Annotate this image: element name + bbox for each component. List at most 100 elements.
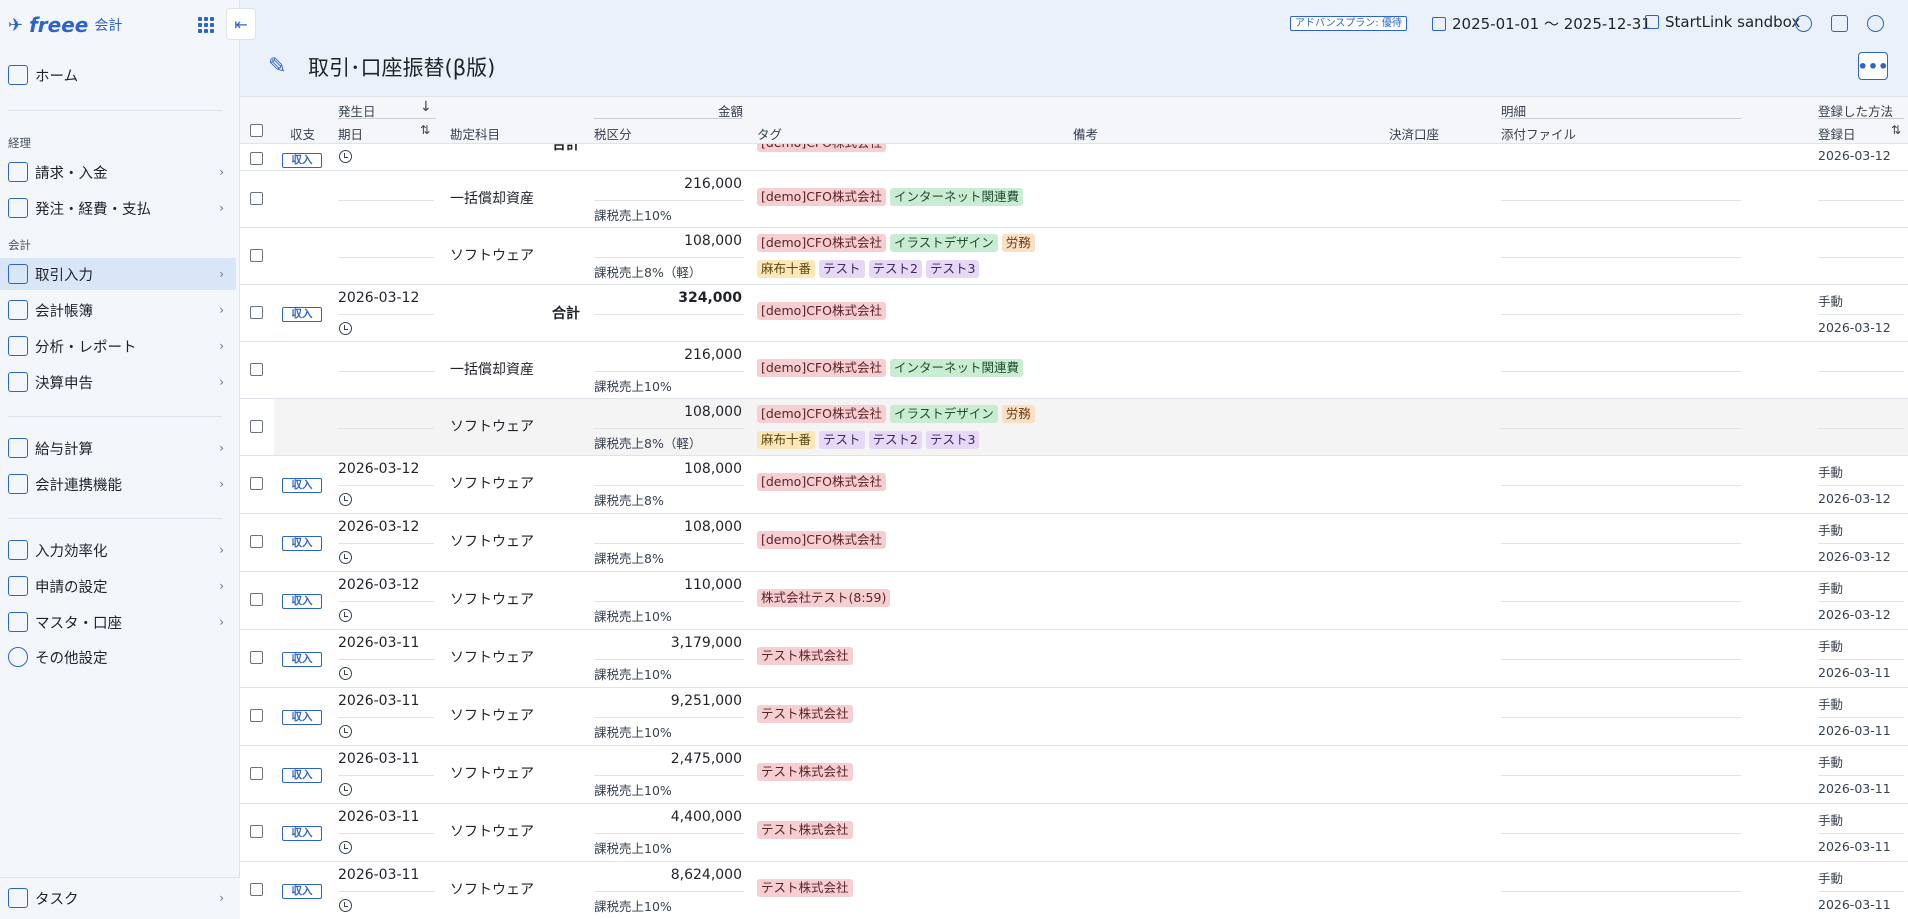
table-row[interactable]: 収入 2026-03-12 ソフトウェア 108,000 課税売上8% [demo]CFO…: [240, 456, 1908, 514]
date-cell[interactable]: 2026-03-12: [338, 461, 419, 477]
row-checkbox[interactable]: [250, 477, 263, 490]
tax-cell[interactable]: 課税売上8%（軽）: [594, 262, 701, 281]
select-all-checkbox[interactable]: [250, 124, 263, 137]
tax-cell[interactable]: 課税売上8%: [594, 548, 664, 567]
plan-badge[interactable]: アドバンスプラン: 優待: [1290, 16, 1407, 31]
row-checkbox[interactable]: [250, 709, 263, 722]
tax-cell[interactable]: 課税売上10%: [594, 838, 672, 857]
sidebar-item-bunseki[interactable]: 分析・レポート ›: [0, 330, 236, 362]
row-checkbox[interactable]: [250, 192, 263, 205]
sidebar-item-seikyu[interactable]: 請求・入金 ›: [0, 156, 236, 188]
tax-cell[interactable]: 課税売上10%: [594, 205, 672, 224]
account-cell[interactable]: ソフトウェア: [450, 879, 534, 899]
date-cell[interactable]: 2026-03-11: [338, 693, 419, 709]
sidebar-item-hatchu[interactable]: 発注・経費・支払 ›: [0, 192, 236, 224]
row-checkbox[interactable]: [250, 651, 263, 664]
table-row[interactable]: 収入 2026-03-11 ソフトウェア 8,624,000 課税売上10% テスト株式会…: [240, 862, 1908, 919]
tag[interactable]: テスト株式会社: [757, 705, 853, 723]
date-cell[interactable]: 2026-03-11: [338, 635, 419, 651]
tag[interactable]: [demo]CFO株式会社: [757, 473, 886, 491]
account-cell[interactable]: ソフトウェア: [450, 416, 534, 436]
amount-cell[interactable]: 108,000: [592, 404, 742, 420]
tax-cell[interactable]: 課税売上10%: [594, 664, 672, 683]
date-cell[interactable]: 2026-03-12: [338, 290, 419, 306]
sort-icon[interactable]: ⇅: [1891, 123, 1901, 137]
tax-cell[interactable]: 課税売上8%（軽）: [594, 433, 701, 452]
header-kijitsu[interactable]: 期日: [338, 124, 363, 143]
sidebar-item-torihiki[interactable]: 取引入力 ›: [0, 258, 236, 290]
amount-cell[interactable]: 4,400,000: [592, 809, 742, 825]
tax-cell[interactable]: 課税売上10%: [594, 606, 672, 625]
sidebar-item-kyuyo[interactable]: 給与計算 ›: [0, 432, 236, 464]
tag[interactable]: テスト3: [925, 260, 980, 278]
row-checkbox[interactable]: [250, 152, 263, 165]
row-checkbox[interactable]: [250, 593, 263, 606]
header-tourokubi[interactable]: 登録日: [1818, 124, 1856, 143]
account-cell[interactable]: 合計: [552, 303, 580, 323]
table-row[interactable]: 収入 2026-03-12 ソフトウェア 110,000 課税売上10% 株式会社テスト(…: [240, 572, 1908, 630]
account-cell[interactable]: 一括償却資産: [450, 188, 534, 208]
tag[interactable]: [demo]CFO株式会社: [757, 302, 886, 320]
tax-cell[interactable]: 課税売上10%: [594, 722, 672, 741]
row-checkbox[interactable]: [250, 767, 263, 780]
table-row[interactable]: 収入 合計 [demo]CFO株式会社 2026-03-12: [240, 144, 1908, 171]
date-cell[interactable]: 2026-03-12: [338, 577, 419, 593]
table-row[interactable]: ソフトウェア 108,000 課税売上8%（軽） [demo]CFO株式会社 イラストデ…: [240, 228, 1908, 285]
sidebar-item-task[interactable]: タスク ›: [0, 882, 236, 914]
apps-grid-icon[interactable]: [198, 17, 214, 33]
account-cell[interactable]: ソフトウェア: [450, 531, 534, 551]
table-row[interactable]: 一括償却資産 216,000 課税売上10% [demo]CFO株式会社 インターネット…: [240, 342, 1908, 399]
chat-icon[interactable]: [1831, 15, 1848, 32]
account-cell[interactable]: 合計: [552, 144, 580, 154]
sidebar-item-kessan[interactable]: 決算申告 ›: [0, 366, 236, 398]
account-cell[interactable]: ソフトウェア: [450, 245, 534, 265]
account-cell[interactable]: 一括償却資産: [450, 359, 534, 379]
more-button[interactable]: •••: [1858, 52, 1888, 80]
tag[interactable]: テスト2: [868, 260, 922, 278]
date-cell[interactable]: 2026-03-12: [338, 519, 419, 535]
tag[interactable]: イラストデザイン: [889, 234, 998, 252]
tag[interactable]: テスト株式会社: [757, 647, 853, 665]
table-row[interactable]: 収入 2026-03-12 合計 324,000 [demo]CFO株式会社 手動 2026…: [240, 285, 1908, 342]
amount-cell[interactable]: 9,251,000: [592, 693, 742, 709]
amount-cell[interactable]: 324,000: [592, 290, 742, 306]
sidebar-item-renkei[interactable]: 会計連携機能 ›: [0, 468, 236, 500]
table-row[interactable]: 一括償却資産 216,000 課税売上10% [demo]CFO株式会社 インターネット…: [240, 171, 1908, 228]
table-row[interactable]: 収入 2026-03-11 ソフトウェア 3,179,000 課税売上10% テスト株式会…: [240, 630, 1908, 688]
tag[interactable]: [demo]CFO株式会社: [757, 531, 886, 549]
amount-cell[interactable]: 8,624,000: [592, 867, 742, 883]
row-checkbox[interactable]: [250, 825, 263, 838]
tax-cell[interactable]: 課税売上10%: [594, 896, 672, 915]
tag[interactable]: [demo]CFO株式会社: [757, 359, 886, 377]
tax-cell[interactable]: 課税売上10%: [594, 780, 672, 799]
amount-cell[interactable]: 216,000: [592, 347, 742, 363]
date-cell[interactable]: 2026-03-11: [338, 809, 419, 825]
amount-cell[interactable]: 110,000: [592, 577, 742, 593]
tag[interactable]: イラストデザイン: [889, 405, 998, 423]
tag[interactable]: テスト: [819, 260, 865, 278]
row-checkbox[interactable]: [250, 420, 263, 433]
tag[interactable]: [demo]CFO株式会社: [757, 144, 886, 152]
help-icon[interactable]: [1867, 15, 1884, 32]
fiscal-period-selector[interactable]: 2025-01-01 〜 2025-12-31: [1432, 13, 1651, 34]
sort-icon[interactable]: ⇅: [420, 123, 430, 137]
sidebar-item-choubo[interactable]: 会計帳簿 ›: [0, 294, 236, 326]
user-icon[interactable]: [1795, 15, 1812, 32]
sidebar-item-sonota[interactable]: その他設定: [0, 641, 236, 673]
account-cell[interactable]: ソフトウェア: [450, 821, 534, 841]
tax-cell[interactable]: 課税売上8%: [594, 490, 664, 509]
table-row[interactable]: 収入 2026-03-12 ソフトウェア 108,000 課税売上8% [demo]CFO…: [240, 514, 1908, 572]
table-row[interactable]: 収入 2026-03-11 ソフトウェア 9,251,000 課税売上10% テスト株式会…: [240, 688, 1908, 746]
amount-cell[interactable]: 108,000: [592, 461, 742, 477]
date-cell[interactable]: 2026-03-11: [338, 867, 419, 883]
freee-logo[interactable]: ✈ freee 会計: [8, 12, 122, 38]
tax-cell[interactable]: 課税売上10%: [594, 376, 672, 395]
tag[interactable]: 労務: [1001, 405, 1035, 423]
table-row[interactable]: 収入 2026-03-11 ソフトウェア 2,475,000 課税売上10% テスト株式会…: [240, 746, 1908, 804]
row-checkbox[interactable]: [250, 249, 263, 262]
row-checkbox[interactable]: [250, 883, 263, 896]
account-cell[interactable]: ソフトウェア: [450, 763, 534, 783]
row-checkbox[interactable]: [250, 363, 263, 376]
tag[interactable]: [demo]CFO株式会社: [757, 405, 886, 423]
row-checkbox[interactable]: [250, 306, 263, 319]
